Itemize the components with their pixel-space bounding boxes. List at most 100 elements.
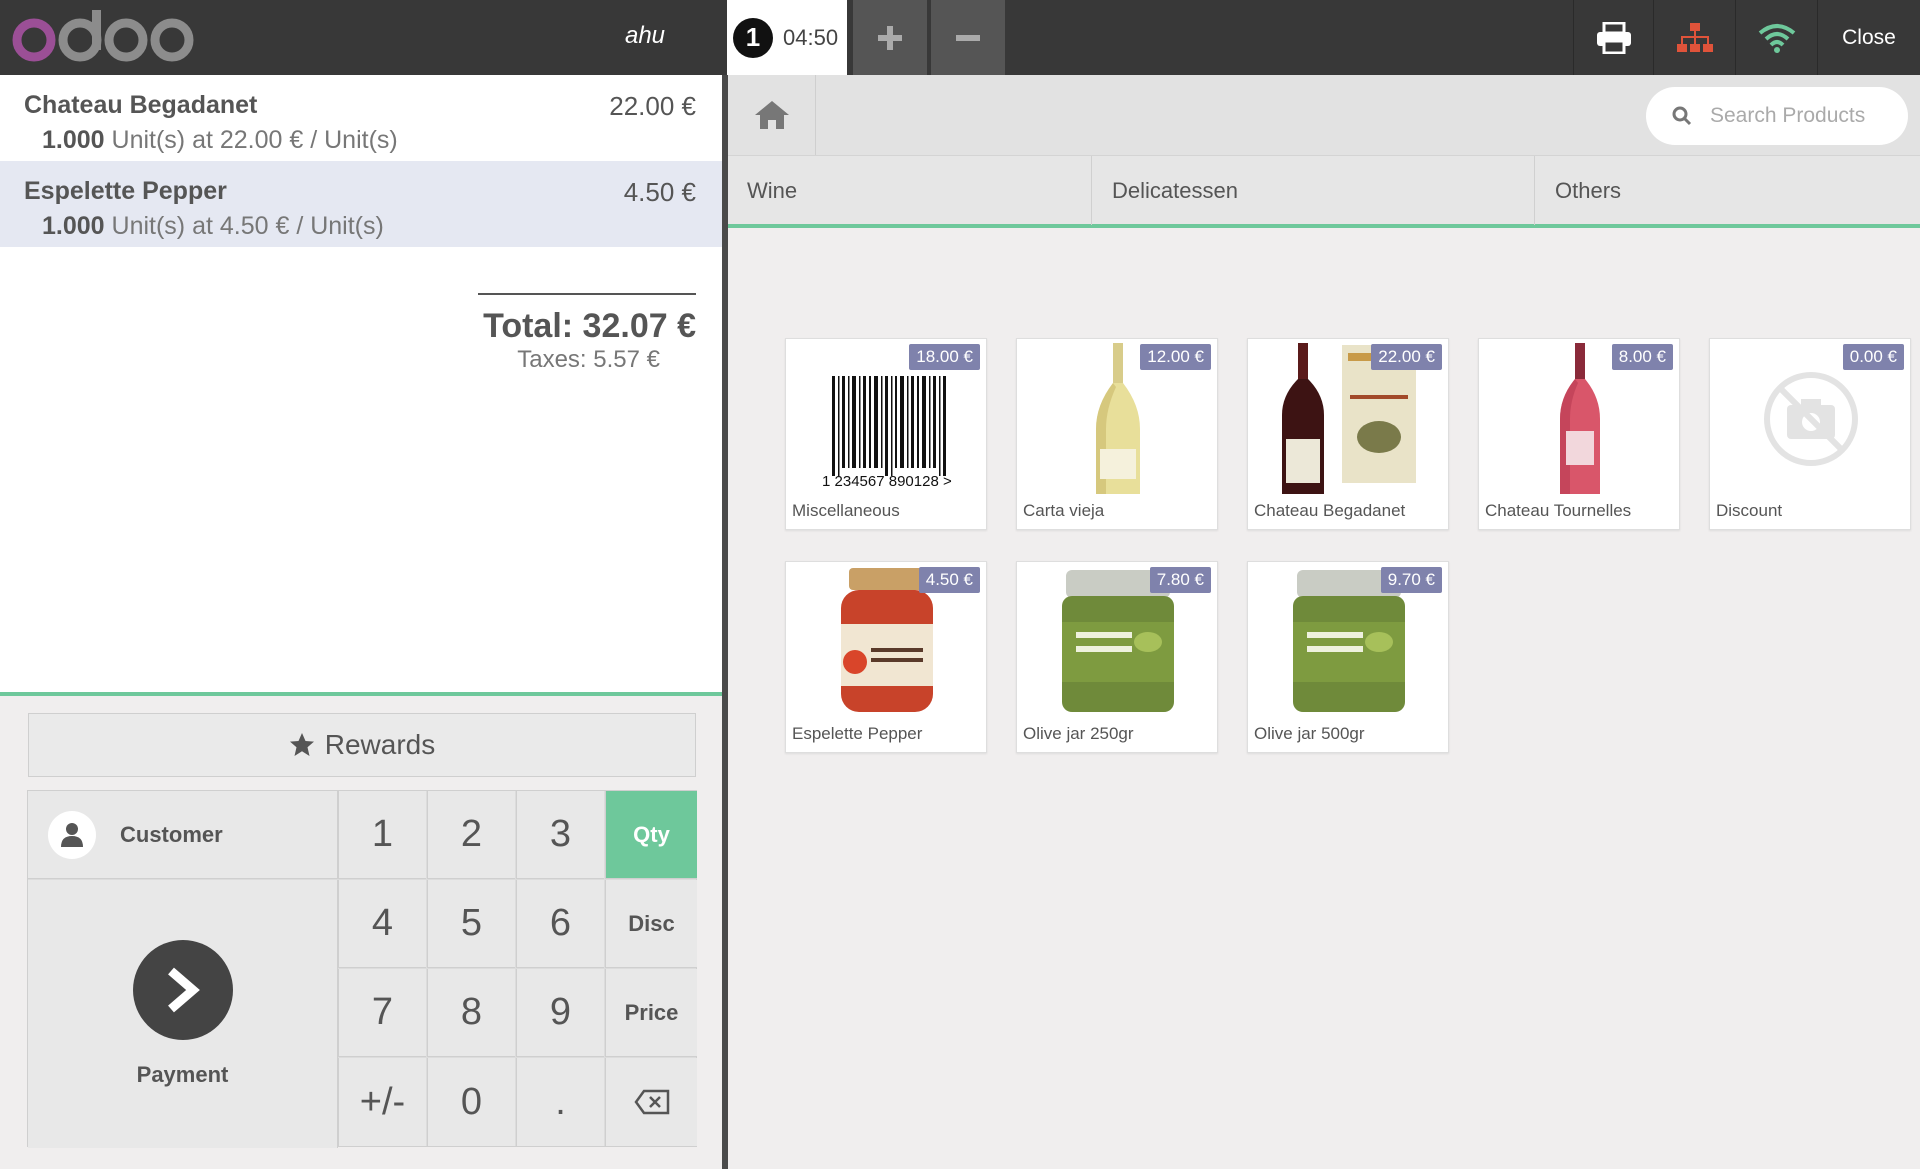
white-wine-bottle-image [1096,343,1140,494]
product-name: Espelette Pepper [792,724,923,743]
product-name: Miscellaneous [792,501,900,520]
product-header [728,75,1920,155]
numpad: Customer Payment 1 2 3 Qty 4 5 6 Disc 7 … [27,790,697,1148]
payment-circle [132,940,233,1040]
product-price: 18.00 € [909,344,980,370]
connection-status[interactable] [1735,0,1817,75]
wifi-icon [1758,23,1795,53]
order-number: 1 [733,17,773,58]
printer-button[interactable] [1573,0,1653,75]
mode-price-button[interactable]: Price [605,969,697,1057]
order-line[interactable]: Chateau Begadanet 22.00 € 1.000 Unit(s) … [0,75,722,161]
key-8[interactable]: 8 [427,969,515,1057]
rewards-button[interactable]: Rewards [28,713,696,777]
key-5[interactable]: 5 [427,880,515,968]
rewards-label: Rewards [324,729,436,760]
order-line-name: Espelette Pepper [24,177,227,205]
category-others[interactable]: Others [1535,156,1920,225]
order-line-qty: 1.000 [42,212,105,240]
order-line-unit: Unit(s) at 4.50 € / Unit(s) [111,212,384,240]
order-line-price: 22.00 € [609,91,696,121]
product-name: Olive jar 500gr [1254,724,1365,743]
home-button[interactable] [728,75,816,155]
order-line-info: 1.000 Unit(s) at 22.00 € / Unit(s) [42,126,696,155]
key-7[interactable]: 7 [338,969,426,1057]
no-photo-icon [1764,372,1858,466]
home-icon [754,101,789,129]
top-bar: ahu 1 04:50 Close [0,0,1920,75]
backspace-icon [633,1089,669,1115]
barcode-image: 1 234567 890128 > [822,376,952,489]
network-icon [1676,22,1713,52]
product-card-chateau-tournelles[interactable]: 8.00 € Chateau Tournelles [1478,338,1680,530]
customer-avatar [48,810,96,859]
product-price: 8.00 € [1611,344,1673,370]
product-name: Chateau Tournelles [1485,501,1632,520]
printer-icon [1596,21,1631,54]
remove-order-icon [956,34,980,41]
product-card-carta-vieja[interactable]: 12.00 € Carta vieja [1016,338,1218,530]
order-line-price: 4.50 € [623,177,696,207]
product-card-discount[interactable]: 0.00 € Discount [1709,338,1911,530]
category-bar: Wine Delicatessen Others [728,155,1920,228]
product-card-espelette-pepper[interactable]: 4.50 € Espelette Pepper [785,561,987,753]
category-wine[interactable]: Wine [728,156,1092,225]
customer-label: Customer [120,821,223,847]
control-pad: Rewards Customer Payment 1 2 3 Qty 4 5 6 [0,692,722,1169]
mode-qty-button[interactable]: Qty [605,791,697,879]
key-2[interactable]: 2 [427,791,515,879]
order-line-selected[interactable]: Espelette Pepper 4.50 € 1.000 Unit(s) at… [0,161,722,247]
key-1[interactable]: 1 [338,791,426,879]
order-tab-1[interactable]: 1 04:50 [727,0,847,75]
product-price: 0.00 € [1842,344,1904,370]
search-icon [1672,106,1692,126]
order-line-unit: Unit(s) at 22.00 € / Unit(s) [111,126,398,154]
key-0[interactable]: 0 [427,1058,515,1147]
customer-button[interactable]: Customer [28,791,338,879]
product-pane: Wine Delicatessen Others 1 234567 890128… [728,75,1920,1169]
product-price: 12.00 € [1140,344,1211,370]
mode-disc-button[interactable]: Disc [605,880,697,968]
category-delicatessen[interactable]: Delicatessen [1092,156,1535,225]
key-4[interactable]: 4 [338,880,426,968]
user-icon [61,822,83,847]
chevron-right-icon [167,967,200,1013]
search-box[interactable] [1646,87,1908,145]
payment-button[interactable]: Payment [28,880,338,1148]
odoo-logo [12,10,194,62]
search-input[interactable] [1710,104,1890,128]
key-decimal[interactable]: . [516,1058,604,1147]
close-button[interactable]: Close [1817,0,1920,75]
rose-wine-bottle-image [1560,343,1600,494]
remove-order-button[interactable] [931,0,1005,75]
product-card-chateau-begadanet[interactable]: 22.00 € Chateau Begadanet [1247,338,1449,530]
key-plus-minus[interactable]: +/- [338,1058,426,1147]
barcode-text: 1 234567 890128 > [822,473,952,489]
order-summary: Total: 32.07 € Taxes: 5.57 € [478,293,696,374]
product-price: 7.80 € [1149,567,1211,593]
backspace-button[interactable] [605,1058,697,1147]
payment-label: Payment [136,1062,229,1087]
order-line-qty: 1.000 [42,126,105,154]
key-6[interactable]: 6 [516,880,604,968]
order-pane: Chateau Begadanet 22.00 € 1.000 Unit(s) … [0,75,722,1169]
product-name: Carta vieja [1023,501,1105,520]
product-name: Discount [1716,501,1783,520]
order-line-info: 1.000 Unit(s) at 4.50 € / Unit(s) [42,212,696,241]
order-total: Total: 32.07 € [483,307,696,345]
order-time: 04:50 [783,24,839,50]
product-price: 22.00 € [1371,344,1442,370]
network-status[interactable] [1653,0,1735,75]
star-icon [289,733,314,756]
username: ahu [624,22,666,49]
key-9[interactable]: 9 [516,969,604,1057]
product-card-olive-jar-500gr[interactable]: 9.70 € Olive jar 500gr [1247,561,1449,753]
add-order-icon [878,25,902,50]
product-price: 9.70 € [1380,567,1442,593]
product-name: Olive jar 250gr [1023,724,1134,743]
product-card-miscellaneous[interactable]: 1 234567 890128 > 18.00 € Miscellaneous [785,338,987,530]
order-taxes: Taxes: 5.57 € [517,346,660,373]
product-card-olive-jar-250gr[interactable]: 7.80 € Olive jar 250gr [1016,561,1218,753]
key-3[interactable]: 3 [516,791,604,879]
add-order-button[interactable] [853,0,927,75]
